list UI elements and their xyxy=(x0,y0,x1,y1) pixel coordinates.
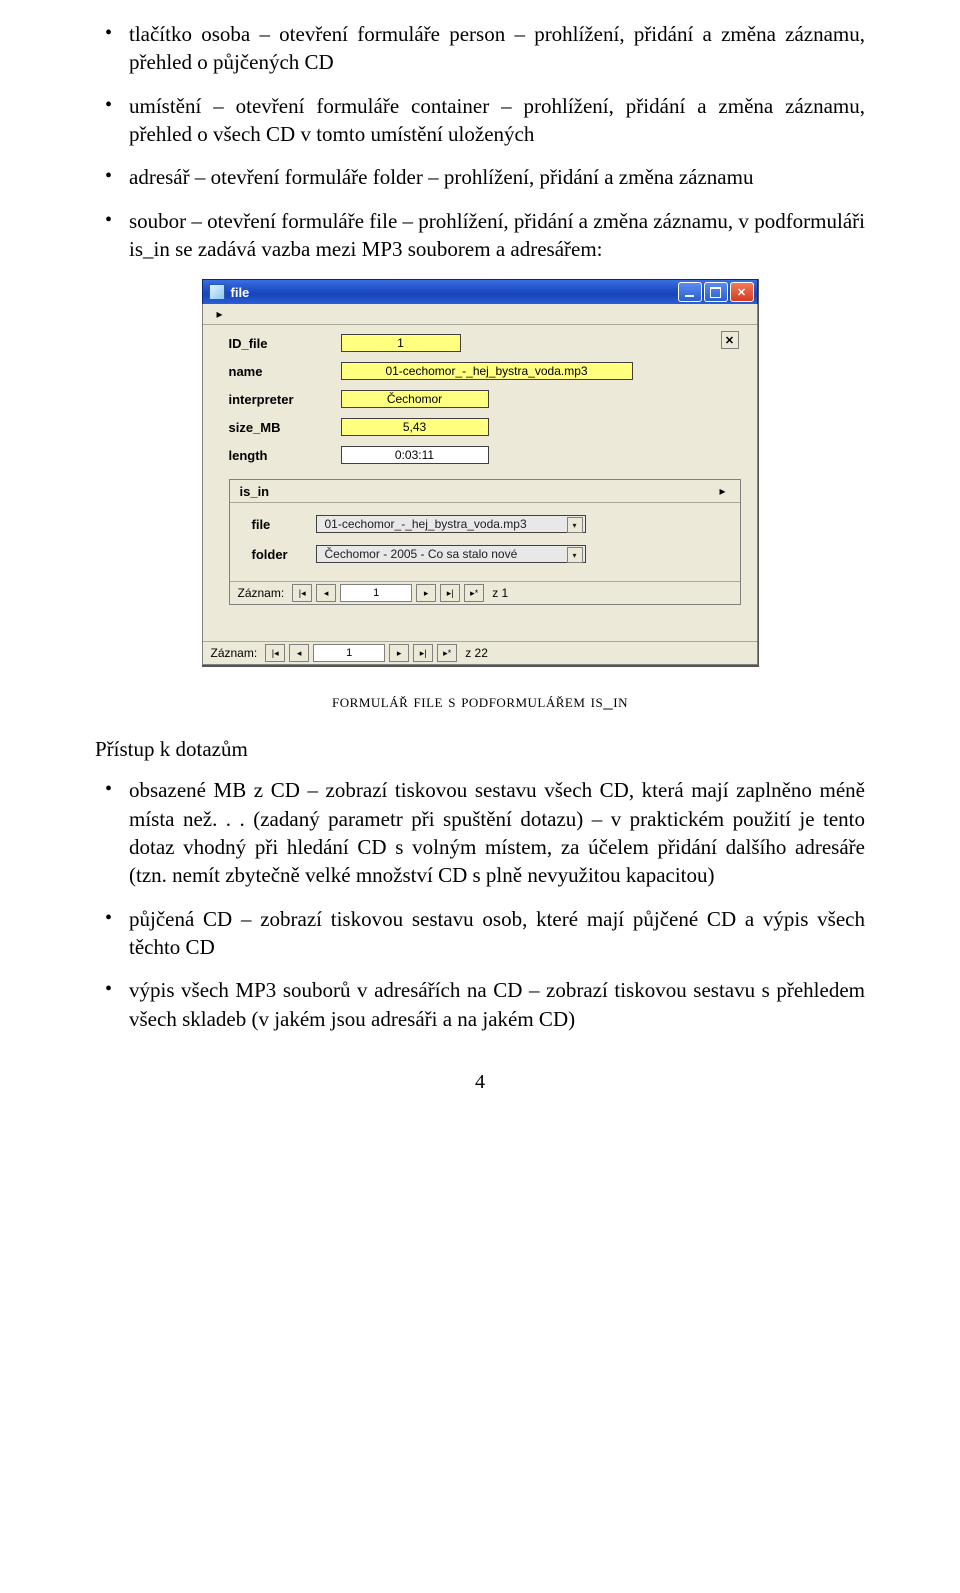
dropdown-value: Čechomor - 2005 - Co sa stalo nové xyxy=(325,547,518,561)
field-label: file xyxy=(252,517,316,532)
maximize-button[interactable] xyxy=(704,282,728,302)
window-title: file xyxy=(231,285,678,300)
field-label: ID_file xyxy=(229,336,341,351)
subform-is-in: is_in ▸ file 01-cechomor_-_hej_bystra_vo… xyxy=(229,479,741,605)
form-window: file ✕ ▸ ✕ ID_file 1 name 01-cechomor_-_… xyxy=(202,279,759,667)
minimize-button[interactable] xyxy=(678,282,702,302)
bullet-item: tlačítko osoba – otevření formuláře pers… xyxy=(129,20,865,77)
id-file-input[interactable]: 1 xyxy=(341,334,461,352)
record-nav-arrow-icon[interactable]: ▸ xyxy=(719,484,725,498)
nav-new-button[interactable]: ▸* xyxy=(437,644,457,662)
close-record-button[interactable]: ✕ xyxy=(721,331,739,349)
name-input[interactable]: 01-cechomor_-_hej_bystra_voda.mp3 xyxy=(341,362,633,380)
bullet-item: adresář – otevření formuláře folder – pr… xyxy=(129,163,865,191)
field-label: size_MB xyxy=(229,420,341,435)
form-icon xyxy=(209,284,225,300)
titlebar[interactable]: file ✕ xyxy=(202,279,758,304)
nav-label: Záznam: xyxy=(211,646,258,660)
record-nav-arrow-icon[interactable]: ▸ xyxy=(217,307,223,321)
nav-next-button[interactable]: ▸ xyxy=(416,584,436,602)
bullet-item: půjčená CD – zobrazí tiskovou sestavu os… xyxy=(129,905,865,962)
size-input[interactable]: 5,43 xyxy=(341,418,489,436)
nav-label: Záznam: xyxy=(238,586,285,600)
field-label: folder xyxy=(252,547,316,562)
nav-position-input[interactable]: 1 xyxy=(313,644,385,662)
record-selector-bar: ▸ xyxy=(203,304,757,325)
length-input[interactable]: 0:03:11 xyxy=(341,446,489,464)
folder-dropdown[interactable]: Čechomor - 2005 - Co sa stalo nové ▾ xyxy=(316,545,586,563)
field-label: length xyxy=(229,448,341,463)
chevron-down-icon[interactable]: ▾ xyxy=(567,517,583,533)
nav-last-button[interactable]: ▸| xyxy=(440,584,460,602)
bullet-item: výpis všech MP3 souborů v adresářích na … xyxy=(129,976,865,1033)
form-record-nav: Záznam: |◂ ◂ 1 ▸ ▸| ▸* z 22 xyxy=(203,641,757,664)
bullet-item: soubor – otevření formuláře file – prohl… xyxy=(129,207,865,264)
chevron-down-icon[interactable]: ▾ xyxy=(567,547,583,563)
nav-last-button[interactable]: ▸| xyxy=(413,644,433,662)
subform-title: is_in xyxy=(240,484,270,499)
interpreter-input[interactable]: Čechomor xyxy=(341,390,489,408)
dropdown-value: 01-cechomor_-_hej_bystra_voda.mp3 xyxy=(325,517,527,531)
nav-prev-button[interactable]: ◂ xyxy=(316,584,336,602)
bullet-item: umístění – otevření formuláře container … xyxy=(129,92,865,149)
figure-caption: formulář file s podformulářem is_in xyxy=(95,691,865,713)
subform-record-nav: Záznam: |◂ ◂ 1 ▸ ▸| ▸* z 1 xyxy=(230,581,740,604)
nav-new-button[interactable]: ▸* xyxy=(464,584,484,602)
close-button[interactable]: ✕ xyxy=(730,282,754,302)
nav-prev-button[interactable]: ◂ xyxy=(289,644,309,662)
nav-position-input[interactable]: 1 xyxy=(340,584,412,602)
section-heading: Přístup k dotazům xyxy=(95,737,865,762)
nav-first-button[interactable]: |◂ xyxy=(265,644,285,662)
bullet-item: obsazené MB z CD – zobrazí tiskovou sest… xyxy=(129,776,865,889)
nav-count: z 1 xyxy=(492,586,508,600)
page-number: 4 xyxy=(95,1071,865,1094)
field-label: name xyxy=(229,364,341,379)
nav-first-button[interactable]: |◂ xyxy=(292,584,312,602)
nav-next-button[interactable]: ▸ xyxy=(389,644,409,662)
file-dropdown[interactable]: 01-cechomor_-_hej_bystra_voda.mp3 ▾ xyxy=(316,515,586,533)
field-label: interpreter xyxy=(229,392,341,407)
nav-count: z 22 xyxy=(465,646,488,660)
